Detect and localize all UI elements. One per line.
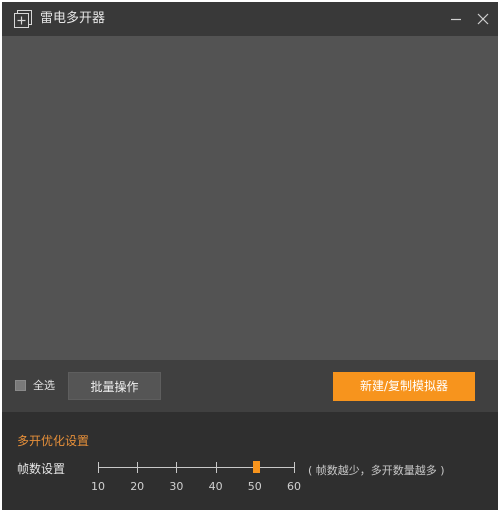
multi-instance-window: 雷电多开器 全选 批量操作 新建/复制模拟器 多开优化设置 帧数设置 10 20… [2, 2, 498, 510]
emulator-list[interactable] [2, 36, 498, 360]
slider-thumb[interactable] [252, 461, 260, 473]
slider-tick [98, 462, 99, 473]
optimization-settings: 多开优化设置 帧数设置 10 20 30 40 50 60 ( 帧数越少，多开数量越多 ) [2, 412, 498, 510]
select-all-checkbox[interactable]: 全选 [15, 378, 55, 392]
slider-tick-label: 10 [91, 480, 105, 493]
minimize-icon [451, 18, 461, 21]
slider-tick-label: 20 [130, 480, 145, 493]
slider-tick-label: 40 [208, 480, 223, 493]
action-bar: 全选 批量操作 新建/复制模拟器 [2, 360, 498, 412]
close-icon [477, 13, 489, 25]
fps-label: 帧数设置 [17, 462, 66, 476]
optimization-title: 多开优化设置 [17, 434, 90, 448]
fps-slider[interactable] [98, 460, 295, 476]
slider-tick-label: 50 [247, 480, 262, 493]
slider-tick [215, 462, 217, 473]
slider-tick-label: 30 [169, 480, 184, 493]
slider-tick-label: 60 [287, 480, 301, 493]
slider-tick [294, 462, 295, 473]
slider-track [98, 467, 294, 468]
app-icon [14, 10, 32, 28]
title-bar[interactable]: 雷电多开器 [2, 2, 498, 36]
checkbox-box[interactable] [15, 379, 26, 391]
batch-operation-button[interactable]: 批量操作 [68, 372, 161, 400]
new-copy-emulator-button[interactable]: 新建/复制模拟器 [333, 372, 475, 401]
slider-tick [176, 462, 178, 473]
select-all-label: 全选 [33, 379, 55, 392]
window-title: 雷电多开器 [40, 11, 106, 26]
slider-tick [137, 462, 139, 473]
minimize-button[interactable] [445, 8, 467, 30]
fps-hint: ( 帧数越少，多开数量越多 ) [308, 464, 445, 477]
close-button[interactable] [472, 8, 494, 30]
